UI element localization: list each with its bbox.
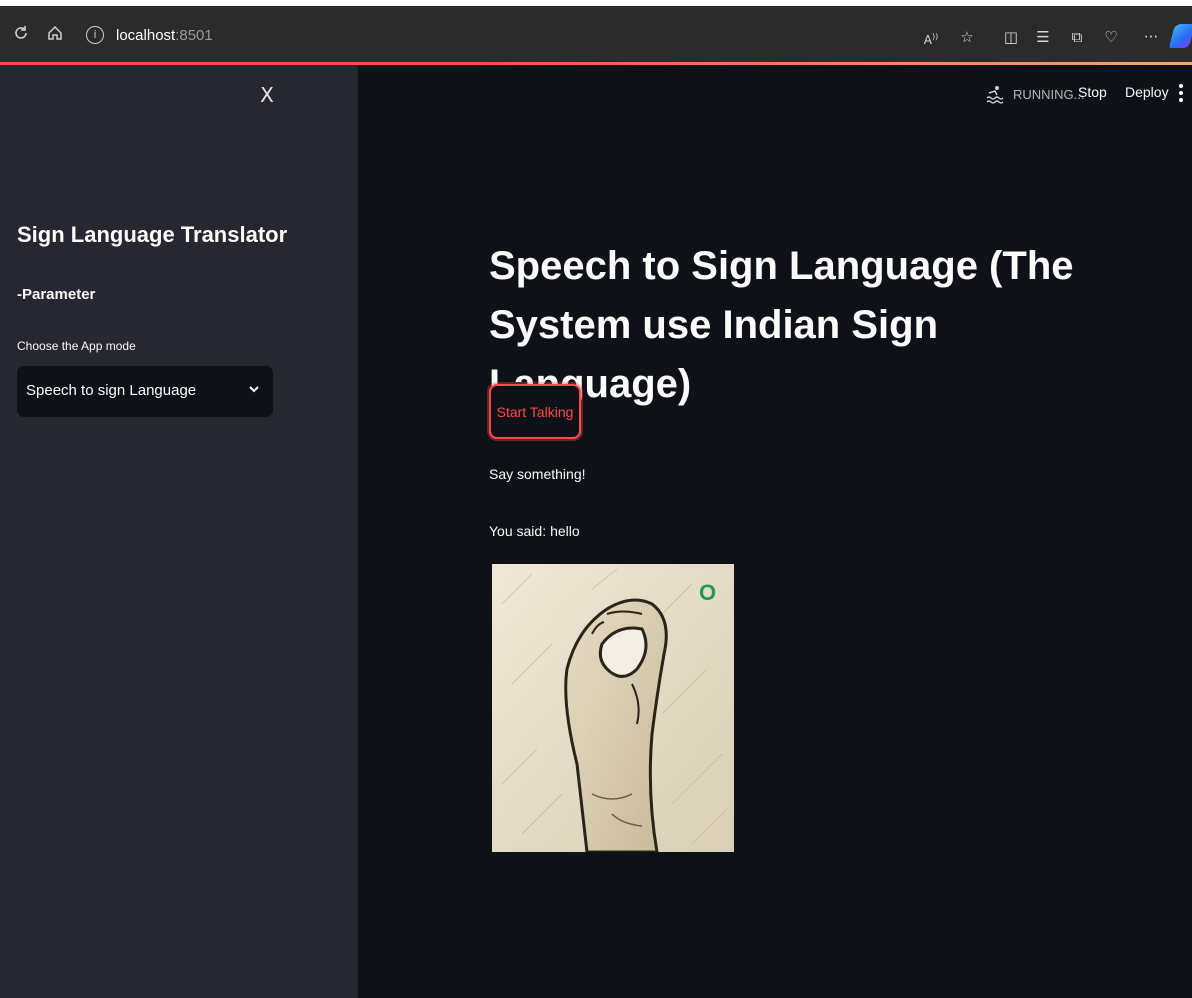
window-top-strip (0, 0, 1192, 6)
running-swimmer-icon (985, 84, 1007, 106)
more-icon[interactable]: ··· (1140, 26, 1162, 48)
recognized-speech: You said: hello (489, 523, 580, 539)
favorites-list-icon[interactable]: ☰ (1032, 26, 1054, 48)
read-aloud-icon[interactable]: A)) (920, 26, 942, 48)
sign-gesture-image (492, 564, 734, 852)
url-host: localhost (116, 27, 176, 44)
said-prefix: You said: (489, 523, 547, 539)
sidebar: X Sign Language Translator -Parameter Ch… (0, 65, 358, 998)
url-port: :8501 (175, 27, 213, 44)
copilot-icon[interactable] (1169, 24, 1192, 48)
stop-button[interactable]: Stop (1078, 84, 1107, 100)
health-icon[interactable]: ♡ (1100, 26, 1122, 48)
sidebar-section-heading: -Parameter (17, 286, 96, 303)
address-bar[interactable]: i localhost:8501 (80, 19, 960, 55)
favorite-icon[interactable]: ☆ (956, 26, 978, 48)
deploy-button[interactable]: Deploy (1125, 84, 1169, 100)
collections-icon[interactable]: ⧉ (1066, 26, 1088, 48)
info-icon[interactable]: i (86, 26, 104, 44)
app-mode-value: Speech to sign Language (26, 382, 197, 399)
sign-letter-label: O (699, 580, 717, 605)
app-mode-select[interactable]: Speech to sign Language (17, 366, 273, 417)
split-screen-icon[interactable]: ◫ (1000, 26, 1022, 48)
sidebar-title: Sign Language Translator (17, 222, 288, 247)
close-sidebar-icon[interactable]: X (256, 83, 278, 107)
home-icon[interactable] (44, 24, 66, 46)
app-mode-label: Choose the App mode (17, 339, 136, 353)
browser-toolbar: i localhost:8501 A)) ☆ ◫ ☰ ⧉ ♡ ··· (0, 0, 1192, 62)
prompt-text: Say something! (489, 466, 586, 482)
refresh-icon[interactable] (10, 24, 32, 46)
start-talking-button[interactable]: Start Talking (489, 384, 581, 439)
chevron-down-icon (247, 381, 261, 399)
said-value: hello (550, 523, 580, 539)
main-menu-icon[interactable] (1174, 82, 1188, 104)
url-text: localhost:8501 (116, 27, 213, 44)
running-text: RUNNING... (1013, 87, 1085, 102)
